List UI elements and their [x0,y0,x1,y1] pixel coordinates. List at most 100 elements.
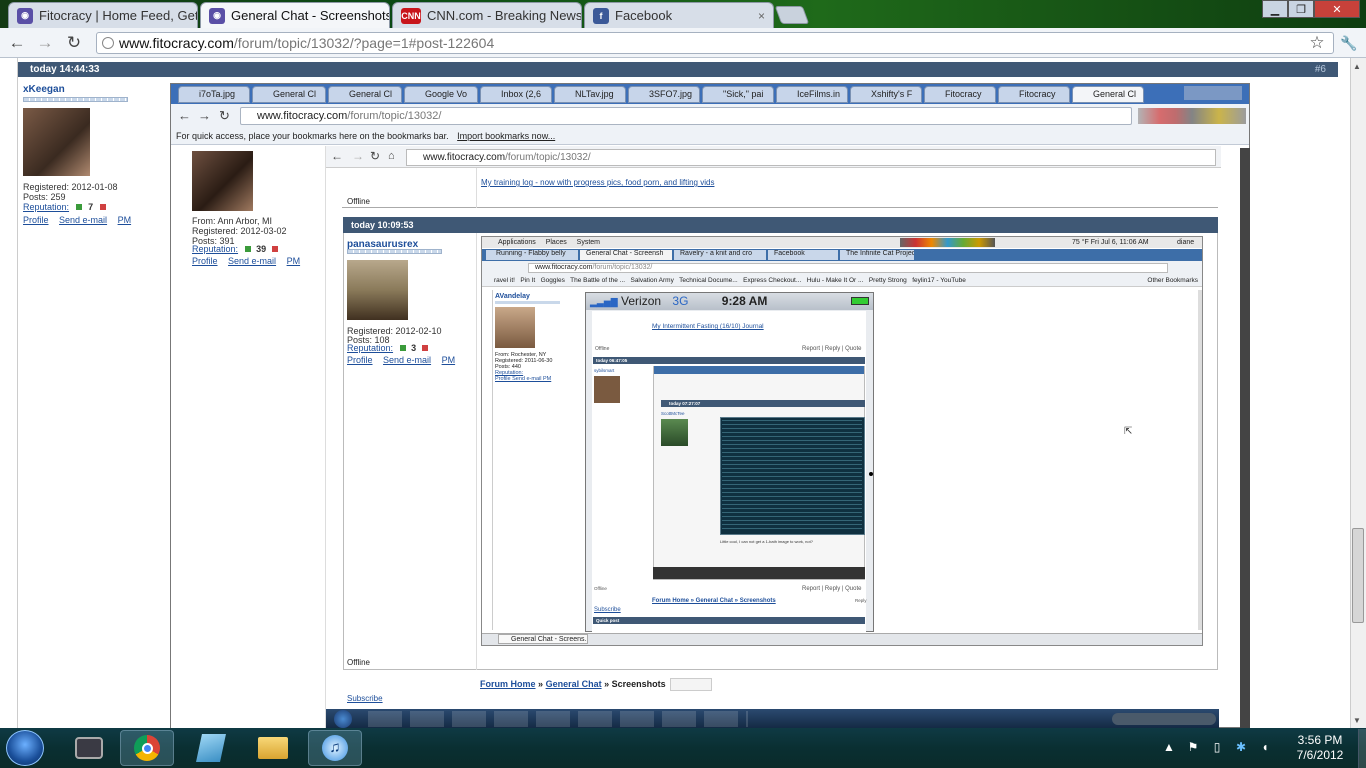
rep-down-icon [421,345,428,351]
nested-scrollbar [1240,148,1250,728]
scrollbar-thumb[interactable] [1352,528,1364,623]
nested-tab: i7oTa.jpg [178,86,250,103]
page-scrollbar[interactable] [1350,58,1366,728]
reload-button[interactable]: ↻ [63,32,85,54]
tab-label: General Chat - Screenshots [231,8,390,23]
post-header: today 14:44:33 #6 [18,62,1338,77]
pm-link[interactable]: PM [118,215,132,225]
breadcrumb-home: Forum Home [480,679,536,689]
close-window-button[interactable]: ✕ [1314,0,1360,18]
address-bar[interactable]: www.fitocracy.com/forum/topic/13032/?pag… [96,32,1334,54]
info-line: Profile Send e-mail PM [495,376,552,382]
nested2-back-icon: ← [331,149,343,163]
rep-down-icon[interactable] [99,204,106,210]
chrome-icon[interactable] [120,730,174,766]
maximize-button[interactable]: ❐ [1288,0,1314,18]
prev-author-registered: Registered: 2012-03-02 [192,226,287,236]
bm: Express Checkout... [743,277,802,284]
fitocracy-icon: ◉ [17,7,33,24]
bookmarks-hint: For quick access, place your bookmarks h… [176,131,449,141]
nested-tab: Fitocracy [998,86,1070,103]
camera-app-icon[interactable] [62,730,116,766]
nested2-tab-active: General Chat - Screensh [580,250,672,260]
explorer-icon[interactable] [246,730,300,766]
clock-date: 7/6/2012 [1296,748,1344,762]
tab-facebook[interactable]: f Facebook × [584,2,774,28]
post-number: #6 [1314,64,1326,75]
nested-tab: "Sick," pai [702,86,774,103]
tab-label: CNN.com - Breaking News [427,8,582,23]
bm: Goggles [540,277,565,284]
bookmark-star-icon[interactable]: ☆ [1306,32,1328,54]
battery-icon [851,297,869,305]
author-registered: Registered: 2012-01-08 [23,182,118,192]
prev-author-from: From: Ann Arbor, MI [192,216,273,226]
itunes-note: ♫ [322,735,348,761]
quick-post-header: Quick post [593,617,865,624]
nested-start-orb [334,710,352,728]
forward-button[interactable]: → [34,32,56,54]
bm: Hulu - Make It Or ... [806,277,864,284]
page-info-icon[interactable] [102,37,114,49]
chrome-logo [134,735,160,761]
author-posts: Posts: 259 [23,192,66,202]
panel-applets [900,238,995,247]
taskbar-clock[interactable]: 3:56 PM 7/6/2012 [1280,733,1360,763]
menu-system: System [576,239,601,246]
terminal-text [722,420,862,532]
volume-icon[interactable]: ◖ [1258,740,1272,754]
bm: Technical Docume... [679,277,738,284]
tab-general-chat[interactable]: ◉ General Chat - Screenshots × [200,2,390,28]
action-center-icon[interactable]: ⚑ [1186,740,1200,754]
nested-reload-icon: ↻ [219,108,230,123]
rep-up-icon[interactable] [75,204,82,210]
folder-shape [258,737,288,759]
author-name[interactable]: xKeegan [23,84,65,95]
start-button[interactable] [6,730,44,766]
offline-label: Offline [347,658,370,667]
send-email-link[interactable]: Send e-mail [59,215,107,225]
left-gutter [0,58,18,728]
nested2-avatar [495,307,535,348]
nested-tab: Xshifty's F [850,86,922,103]
scroll-up-icon[interactable]: ▲ [1353,62,1361,71]
notepad-icon[interactable] [184,730,238,766]
column-divider [476,168,477,208]
nested-forward-icon: → [198,108,211,123]
nested2-divider [492,290,493,630]
tab-fitocracy-home[interactable]: ◉ Fitocracy | Home Feed, Get × [8,2,198,28]
nested-subscribe: Subscribe [347,694,383,703]
phone-reply: Reply [855,598,867,603]
phone-breadcrumb: Forum Home » General Chat » Screenshots [652,597,776,605]
phone-offline-2: Offline [594,586,607,591]
tab-cnn[interactable]: CNN CNN.com - Breaking News × [392,2,582,28]
nested2-author-name: AVandelay [495,293,530,300]
gnome-top-panel: Applications Places System 75 °F Fri Jul… [482,237,1202,248]
rep-up-icon [244,246,251,252]
bluetooth-icon[interactable]: ✱ [1234,740,1248,754]
nested2-url-host: www.fitocracy.com [423,152,506,163]
minimize-button[interactable]: ▁ [1262,0,1288,18]
wrench-icon[interactable]: 🔧 [1338,32,1360,54]
back-button[interactable]: ← [6,32,28,54]
breadcrumb-chat: General Chat [545,679,602,689]
gnome-task-button: General Chat - Screens... [498,634,588,644]
url-path: /forum/topic/13032/?page=1#post-122604 [233,35,495,51]
scroll-down-icon[interactable]: ▼ [1353,716,1361,725]
bm: Pin It [520,277,536,284]
rep-up-icon [399,345,406,351]
other-bookmarks: Other Bookmarks [1147,277,1198,284]
show-desktop-button[interactable] [1358,729,1366,768]
reputation-link[interactable]: Reputation: [23,202,69,212]
mouse-cursor-icon: ⇱ [1124,426,1133,437]
nested-address-bar: www.fitocracy.com/forum/topic/13032/ [240,107,1132,125]
nested-pm-link: PM [441,355,456,365]
phone-status-bar: ▂▃▅▇ Verizon 3G 9:28 AM [586,293,873,310]
nested-reputation-label: Reputation: [347,343,394,353]
profile-link[interactable]: Profile [23,215,49,225]
device-icon[interactable]: ▯ [1210,740,1224,754]
tray-expand-icon[interactable]: ▲ [1162,740,1176,754]
close-icon[interactable]: × [752,9,765,23]
nested-tab: Inbox (2,6 [480,86,552,103]
itunes-icon[interactable]: ♫ [308,730,362,766]
